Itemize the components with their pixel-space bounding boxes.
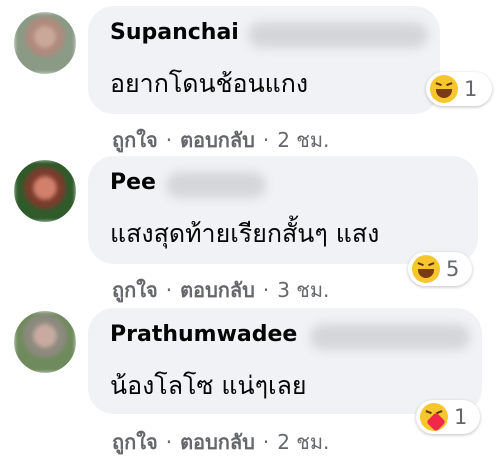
comment-actions: ถูกใจ · ตอบกลับ · 2 ชม. [112, 430, 330, 454]
comment-text: อยากโดนช้อนแกง [110, 69, 309, 98]
avatar[interactable] [14, 160, 76, 222]
haha-icon [412, 255, 440, 283]
reaction-badge[interactable]: 1 [426, 72, 492, 106]
comment-actions: ถูกใจ · ตอบกลับ · 3 ชม. [112, 278, 330, 302]
comment-author[interactable]: Pee [110, 170, 156, 195]
comment-text: น้องโลโซ แน่ๆเลย [110, 371, 307, 400]
avatar[interactable] [14, 12, 76, 74]
reply-link[interactable]: ตอบกลับ [180, 430, 255, 454]
reaction-count: 5 [446, 257, 460, 281]
like-link[interactable]: ถูกใจ [112, 278, 158, 302]
comment-bubble: Prathumwadee น้องโลโซ แน่ๆเลย [88, 308, 482, 414]
care-icon [420, 403, 448, 432]
comment-bubble: Supanchai อยากโดนช้อนแกง [88, 6, 440, 114]
reaction-badge[interactable]: 1 [416, 400, 480, 434]
like-link[interactable]: ถูกใจ [112, 128, 158, 152]
timestamp[interactable]: 3 ชม. [277, 278, 329, 302]
redacted-surname [166, 172, 266, 198]
reply-link[interactable]: ตอบกลับ [180, 128, 255, 152]
comment-actions: ถูกใจ · ตอบกลับ · 2 ชม. [112, 128, 330, 152]
comment-text: แสงสุดท้ายเรียกสั้นๆ แสง [110, 219, 380, 248]
redacted-surname [248, 22, 428, 48]
timestamp[interactable]: 2 ชม. [277, 430, 329, 454]
reaction-badge[interactable]: 5 [408, 252, 472, 286]
reaction-count: 1 [464, 77, 478, 101]
reaction-count: 1 [454, 405, 468, 429]
avatar[interactable] [14, 311, 76, 373]
comment-bubble: Pee แสงสุดท้ายเรียกสั้นๆ แสง [88, 156, 478, 264]
redacted-surname [310, 324, 470, 350]
timestamp[interactable]: 2 ชม. [277, 128, 329, 152]
haha-icon [430, 75, 458, 103]
reply-link[interactable]: ตอบกลับ [180, 278, 255, 302]
comment-author[interactable]: Supanchai [110, 20, 239, 45]
like-link[interactable]: ถูกใจ [112, 430, 158, 454]
comment-author[interactable]: Prathumwadee [110, 322, 297, 347]
